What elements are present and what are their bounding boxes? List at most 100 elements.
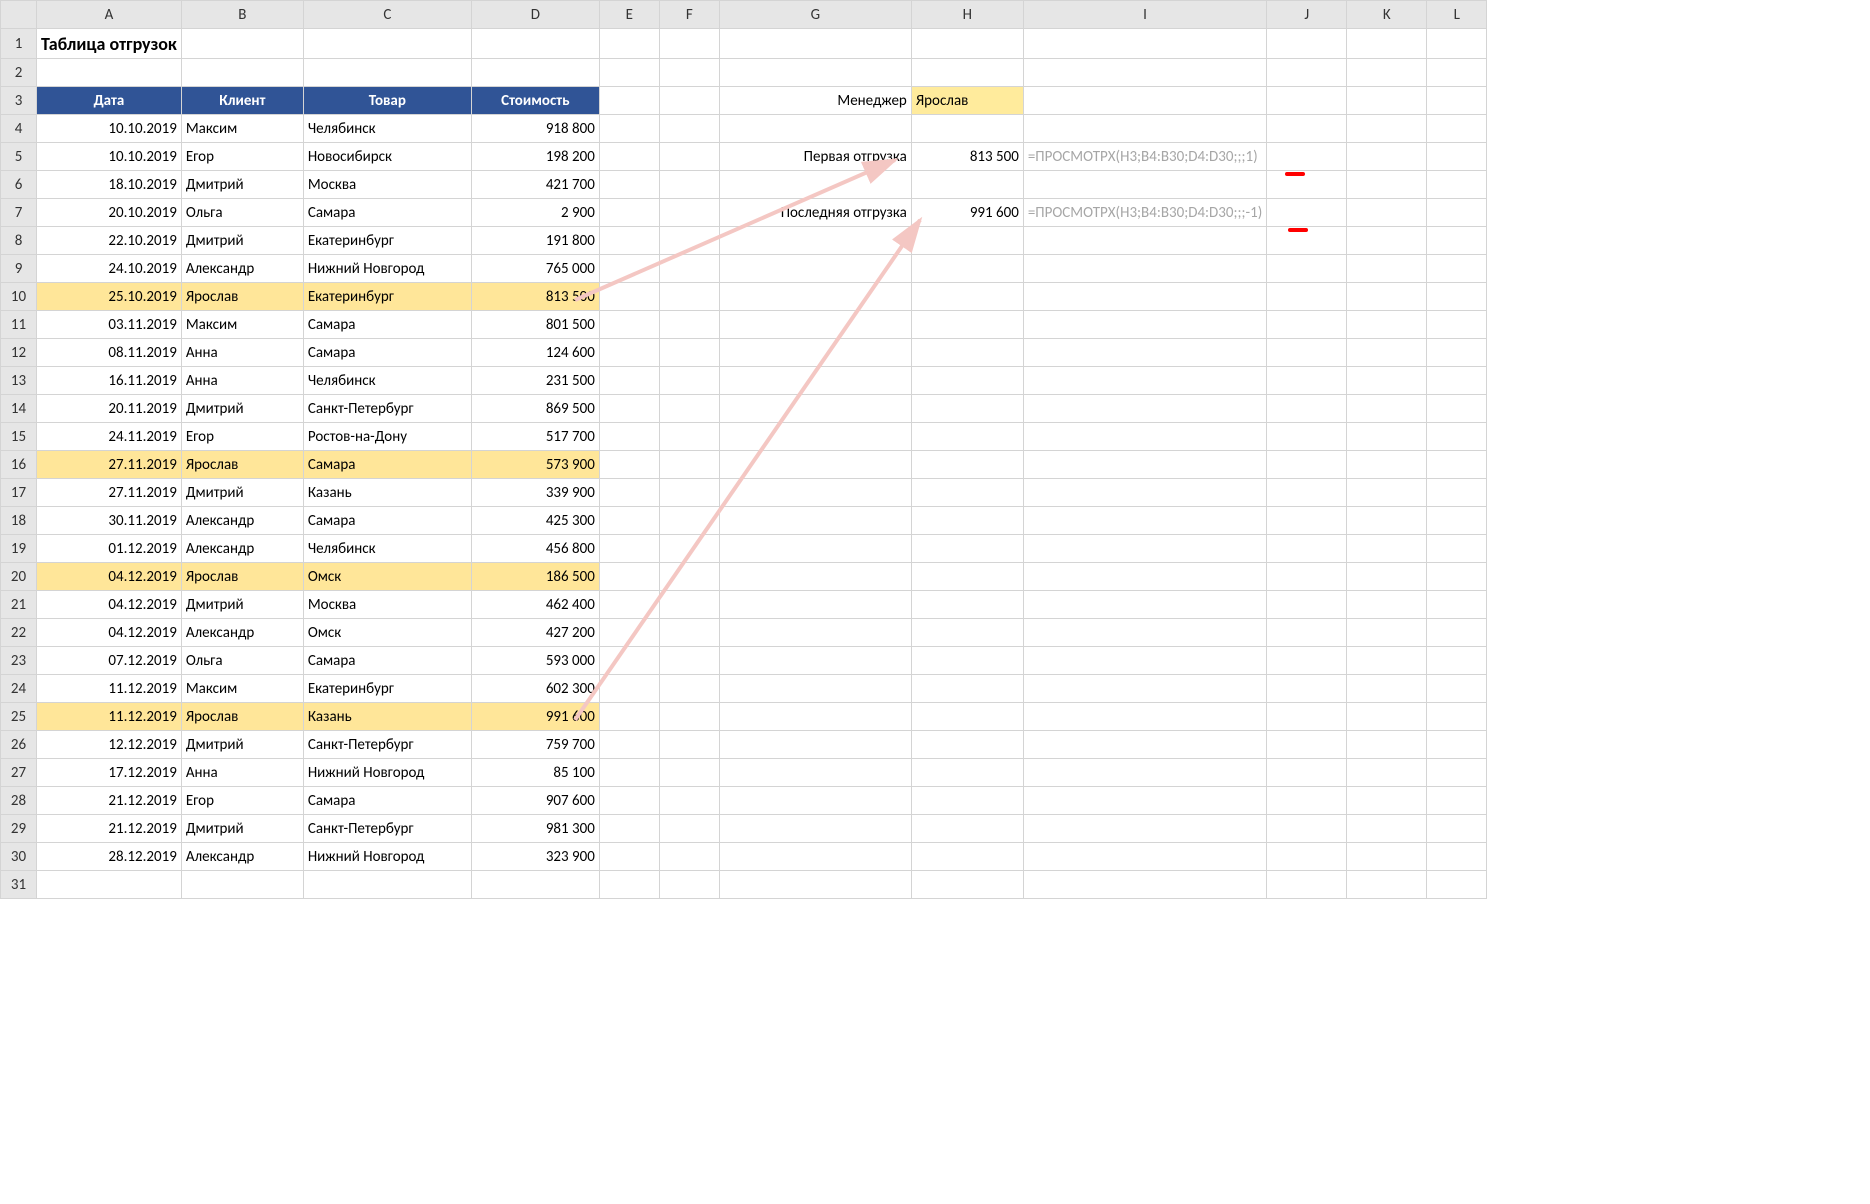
cell-J25[interactable] <box>1267 703 1347 731</box>
cell-J1[interactable] <box>1267 29 1347 59</box>
cell-F21[interactable] <box>659 591 719 619</box>
cell-K3[interactable] <box>1347 87 1427 115</box>
cell-H17[interactable] <box>911 479 1023 507</box>
cell-K4[interactable] <box>1347 115 1427 143</box>
cell-F5[interactable] <box>659 143 719 171</box>
cell-H10[interactable] <box>911 283 1023 311</box>
cell-A25[interactable]: 11.12.2019 <box>37 703 182 731</box>
cell-E21[interactable] <box>599 591 659 619</box>
cell-G2[interactable] <box>719 59 911 87</box>
cell-B13[interactable]: Анна <box>181 367 303 395</box>
cell-F27[interactable] <box>659 759 719 787</box>
cell-C13[interactable]: Челябинск <box>303 367 471 395</box>
row-header-1[interactable]: 1 <box>1 29 37 59</box>
cell-K14[interactable] <box>1347 395 1427 423</box>
row-header-11[interactable]: 11 <box>1 311 37 339</box>
cell-H11[interactable] <box>911 311 1023 339</box>
cell-D9[interactable]: 765 000 <box>471 255 599 283</box>
cell-G6[interactable] <box>719 171 911 199</box>
cell-E30[interactable] <box>599 843 659 871</box>
cell-H25[interactable] <box>911 703 1023 731</box>
cell-K19[interactable] <box>1347 535 1427 563</box>
cell-J24[interactable] <box>1267 675 1347 703</box>
cell-A3[interactable]: Дата <box>37 87 182 115</box>
cell-F9[interactable] <box>659 255 719 283</box>
cell-A7[interactable]: 20.10.2019 <box>37 199 182 227</box>
cell-G5[interactable]: Первая отгрузка <box>719 143 911 171</box>
cell-I17[interactable] <box>1023 479 1266 507</box>
cell-J30[interactable] <box>1267 843 1347 871</box>
cell-A28[interactable]: 21.12.2019 <box>37 787 182 815</box>
cell-A9[interactable]: 24.10.2019 <box>37 255 182 283</box>
cell-J22[interactable] <box>1267 619 1347 647</box>
col-header-D[interactable]: D <box>471 1 599 29</box>
cell-K7[interactable] <box>1347 199 1427 227</box>
cell-H8[interactable] <box>911 227 1023 255</box>
cell-L13[interactable] <box>1427 367 1487 395</box>
cell-H13[interactable] <box>911 367 1023 395</box>
cell-F15[interactable] <box>659 423 719 451</box>
cell-L22[interactable] <box>1427 619 1487 647</box>
cell-K24[interactable] <box>1347 675 1427 703</box>
cell-F20[interactable] <box>659 563 719 591</box>
cell-J20[interactable] <box>1267 563 1347 591</box>
cell-B3[interactable]: Клиент <box>181 87 303 115</box>
cell-A14[interactable]: 20.11.2019 <box>37 395 182 423</box>
cell-J13[interactable] <box>1267 367 1347 395</box>
cell-E29[interactable] <box>599 815 659 843</box>
cell-D15[interactable]: 517 700 <box>471 423 599 451</box>
cell-D7[interactable]: 2 900 <box>471 199 599 227</box>
cell-L20[interactable] <box>1427 563 1487 591</box>
cell-D12[interactable]: 124 600 <box>471 339 599 367</box>
row-header-7[interactable]: 7 <box>1 199 37 227</box>
col-header-H[interactable]: H <box>911 1 1023 29</box>
cell-H14[interactable] <box>911 395 1023 423</box>
cell-H5[interactable]: 813 500 <box>911 143 1023 171</box>
cell-C3[interactable]: Товар <box>303 87 471 115</box>
cell-G11[interactable] <box>719 311 911 339</box>
cell-E17[interactable] <box>599 479 659 507</box>
row-header-25[interactable]: 25 <box>1 703 37 731</box>
cell-F2[interactable] <box>659 59 719 87</box>
cell-H30[interactable] <box>911 843 1023 871</box>
cell-I30[interactable] <box>1023 843 1266 871</box>
cell-B16[interactable]: Ярослав <box>181 451 303 479</box>
cell-D3[interactable]: Стоимость <box>471 87 599 115</box>
cell-A30[interactable]: 28.12.2019 <box>37 843 182 871</box>
cell-G18[interactable] <box>719 507 911 535</box>
cell-E4[interactable] <box>599 115 659 143</box>
cell-D1[interactable] <box>471 29 599 59</box>
cell-E25[interactable] <box>599 703 659 731</box>
cell-L24[interactable] <box>1427 675 1487 703</box>
cell-D4[interactable]: 918 800 <box>471 115 599 143</box>
cell-B14[interactable]: Дмитрий <box>181 395 303 423</box>
cell-D11[interactable]: 801 500 <box>471 311 599 339</box>
cell-K13[interactable] <box>1347 367 1427 395</box>
cell-K2[interactable] <box>1347 59 1427 87</box>
cell-H20[interactable] <box>911 563 1023 591</box>
row-header-8[interactable]: 8 <box>1 227 37 255</box>
cell-I11[interactable] <box>1023 311 1266 339</box>
cell-G20[interactable] <box>719 563 911 591</box>
cell-I26[interactable] <box>1023 731 1266 759</box>
cell-K28[interactable] <box>1347 787 1427 815</box>
cell-C23[interactable]: Самара <box>303 647 471 675</box>
cell-J4[interactable] <box>1267 115 1347 143</box>
cell-H6[interactable] <box>911 171 1023 199</box>
cell-E27[interactable] <box>599 759 659 787</box>
cell-C11[interactable]: Самара <box>303 311 471 339</box>
cell-D29[interactable]: 981 300 <box>471 815 599 843</box>
cell-B20[interactable]: Ярослав <box>181 563 303 591</box>
cell-K26[interactable] <box>1347 731 1427 759</box>
cell-A22[interactable]: 04.12.2019 <box>37 619 182 647</box>
cell-B22[interactable]: Александр <box>181 619 303 647</box>
cell-J2[interactable] <box>1267 59 1347 87</box>
cell-C18[interactable]: Самара <box>303 507 471 535</box>
cell-D28[interactable]: 907 600 <box>471 787 599 815</box>
cell-L4[interactable] <box>1427 115 1487 143</box>
cell-K16[interactable] <box>1347 451 1427 479</box>
cell-E31[interactable] <box>599 871 659 899</box>
cell-E2[interactable] <box>599 59 659 87</box>
select-all-corner[interactable] <box>1 1 37 29</box>
row-header-2[interactable]: 2 <box>1 59 37 87</box>
